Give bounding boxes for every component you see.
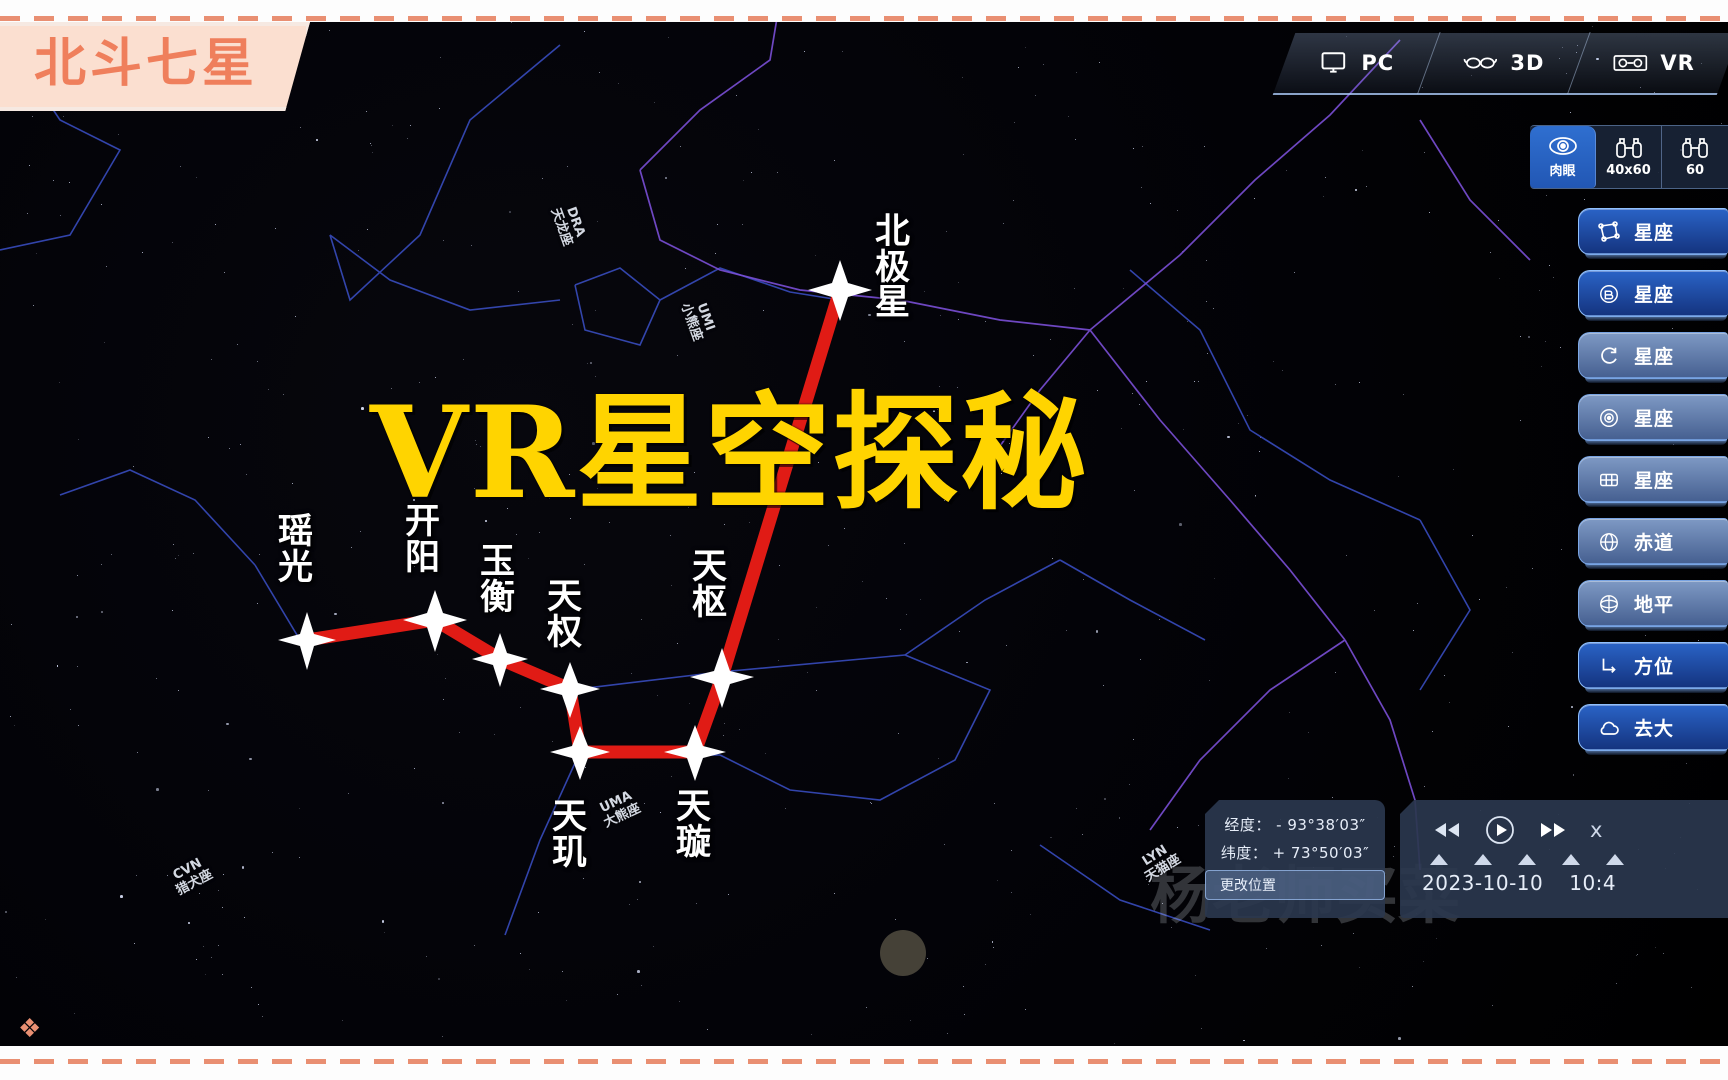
- sidebar-label-3: 星座: [1634, 408, 1675, 430]
- mode-pc-label: PC: [1361, 51, 1394, 75]
- sidebar-item-cloud[interactable]: 去大: [1578, 704, 1728, 755]
- glasses-icon: [1463, 52, 1497, 74]
- sidebar-item-constellation-target[interactable]: 星座: [1578, 394, 1728, 445]
- binoculars-icon-2: [1681, 136, 1709, 160]
- sidebar-item-constellation-grid[interactable]: 星座: [1578, 456, 1728, 507]
- app-root: 北 极 星瑶 光开 阳玉 衡天 权天 枢天 玑天 璇 DRA 天龙座 UMI 小熊…: [0, 0, 1728, 1080]
- time-value[interactable]: 10:4: [1569, 871, 1616, 895]
- stepper-up-year[interactable]: [1430, 854, 1448, 865]
- playback-controls: x: [1400, 800, 1728, 846]
- rewind-icon[interactable]: [1432, 819, 1462, 841]
- sidebar-item-equatorial-grid[interactable]: 赤道: [1578, 518, 1728, 569]
- stepper-up-month[interactable]: [1474, 854, 1492, 865]
- location-panel: 经度： - 93°38′03″ 纬度： + 73°50′03″ 更改位置: [1205, 800, 1385, 918]
- speed-label[interactable]: x: [1590, 818, 1602, 842]
- sidebar-label-2: 星座: [1634, 346, 1675, 368]
- sky-canvas[interactable]: [0, 0, 1728, 1080]
- swirl-decoration-icon: ❖: [18, 1013, 42, 1043]
- longitude-value: 经度： - 93°38′03″: [1224, 816, 1366, 834]
- mode-3d-label: 3D: [1509, 51, 1544, 75]
- sidebar-label-8: 去大: [1634, 718, 1675, 740]
- star-label-tianji: 天 玑: [552, 797, 588, 873]
- sidebar-item-azimuth[interactable]: 方位: [1578, 642, 1728, 693]
- play-icon[interactable]: [1484, 814, 1516, 846]
- sidebar-label-1: 星座: [1634, 284, 1675, 306]
- stepper-up-day[interactable]: [1518, 854, 1536, 865]
- star-label-polaris: 北 极 星: [875, 212, 911, 324]
- constellation-refresh-icon: [1597, 345, 1621, 367]
- stepper-up-hour[interactable]: [1562, 854, 1580, 865]
- sidebar-item-constellation-refresh[interactable]: 星座: [1578, 332, 1728, 383]
- binoculars-icon: [1615, 136, 1643, 160]
- sidebar-item-constellation-name[interactable]: 星座: [1578, 270, 1728, 321]
- topic-badge-label: 北斗七星: [34, 34, 259, 94]
- dashed-rule-top: [0, 16, 1728, 21]
- sidebar-item-horizon-grid[interactable]: 地平: [1578, 580, 1728, 631]
- optics-naked-eye[interactable]: 肉眼: [1530, 126, 1596, 188]
- sidebar-label-5: 赤道: [1634, 532, 1675, 554]
- change-location-button[interactable]: 更改位置: [1205, 870, 1385, 900]
- sidebar-item-constellation-lines[interactable]: 星座: [1578, 208, 1728, 259]
- topic-badge: 北斗七星: [0, 22, 310, 112]
- vr-headset-icon: [1613, 52, 1647, 74]
- sidebar-label-4: 星座: [1634, 470, 1675, 492]
- mode-vr-label: VR: [1659, 51, 1695, 75]
- dashed-rule-bottom: [0, 1059, 1728, 1064]
- fast-forward-icon[interactable]: [1538, 819, 1568, 841]
- monitor-icon: [1318, 50, 1348, 76]
- optics-40x60-label: 40x60: [1606, 163, 1651, 178]
- azimuth-icon: [1597, 655, 1621, 677]
- star-label-tianshu: 天 枢: [692, 547, 728, 623]
- mode-3d[interactable]: 3D: [1417, 32, 1591, 94]
- star-label-tianquan: 天 权: [547, 577, 583, 653]
- mode-pc[interactable]: PC: [1272, 32, 1441, 94]
- star-label-yuheng: 玉 衡: [480, 542, 516, 618]
- constellation-target-icon: [1597, 407, 1621, 429]
- star-label-tianxuan: 天 璇: [676, 787, 712, 863]
- latitude-value: 纬度： + 73°50′03″: [1220, 844, 1370, 862]
- side-menu: 星座 星座 星座 星座 星座 赤道 地平 方位 去大: [1578, 208, 1728, 755]
- sidebar-label-0: 星座: [1634, 222, 1675, 244]
- optics-40x60[interactable]: 40x60: [1596, 126, 1662, 188]
- sidebar-label-7: 方位: [1634, 656, 1675, 678]
- page-title: VR星空探秘: [370, 379, 1089, 527]
- constellation-lines-icon: [1597, 220, 1621, 243]
- mode-bar: PC 3D VR: [1272, 32, 1728, 95]
- constellation-name-icon: [1597, 283, 1621, 305]
- time-stepper-row: [1400, 846, 1728, 865]
- watermark-ball: [880, 930, 926, 976]
- constellation-grid-icon: [1597, 469, 1621, 491]
- eye-icon: [1548, 135, 1578, 157]
- sidebar-label-6: 地平: [1634, 594, 1675, 616]
- optics-bar: 肉眼 40x60 60: [1530, 125, 1728, 189]
- optics-naked-eye-label: 肉眼: [1549, 164, 1576, 179]
- date-value[interactable]: 2023-10-10: [1422, 871, 1543, 895]
- optics-60[interactable]: 60: [1662, 126, 1728, 188]
- time-panel: x 2023-10-10 10:4: [1400, 800, 1728, 918]
- equatorial-grid-icon: [1597, 531, 1621, 553]
- horizon-grid-icon: [1597, 593, 1621, 615]
- star-label-yaoguang: 瑶 光: [278, 512, 314, 588]
- stepper-up-minute[interactable]: [1606, 854, 1624, 865]
- mode-vr[interactable]: VR: [1568, 32, 1728, 94]
- starfield: [0, 0, 1728, 1080]
- optics-60-label: 60: [1685, 163, 1705, 178]
- cloud-icon: [1597, 717, 1621, 739]
- datetime-row: 2023-10-10 10:4: [1400, 865, 1728, 895]
